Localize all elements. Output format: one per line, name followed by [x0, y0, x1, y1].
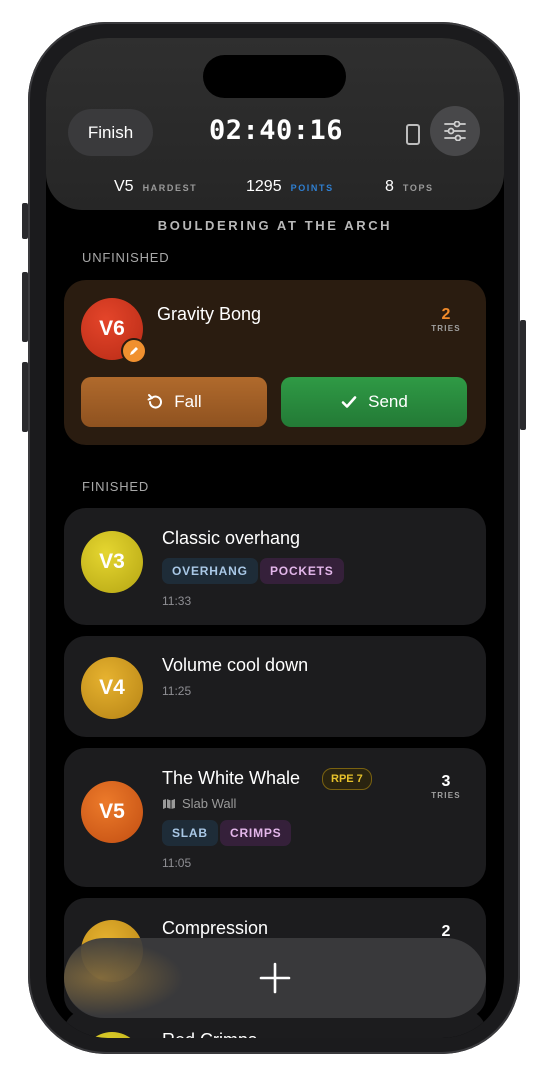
stat-label: HARDEST: [142, 183, 198, 193]
stat-points: 1295 POINTS: [246, 178, 334, 196]
phone-icon[interactable]: [406, 124, 420, 145]
climb-name: Volume cool down: [162, 655, 309, 675]
finish-button[interactable]: Finish: [68, 109, 153, 156]
section-unfinished: UNFINISHED: [82, 250, 170, 265]
volume-up-button: [22, 272, 28, 342]
tag: POCKETS: [260, 558, 344, 584]
climb-name: Red Crimps: [162, 1030, 257, 1038]
send-label: Send: [368, 392, 408, 411]
climb-name: Gravity Bong: [157, 304, 262, 324]
wall-name: Slab Wall: [182, 796, 237, 811]
retry-arrow-icon: [147, 394, 163, 409]
stat-hardest: V5 HARDEST: [114, 178, 197, 196]
fall-label: Fall: [174, 392, 202, 411]
sliders-icon: [444, 121, 466, 141]
stat-value: 1295: [246, 178, 282, 195]
session-stats: V5 HARDEST 1295 POINTS 8 TOPS: [46, 178, 504, 198]
wall-location: Slab Wall: [162, 796, 236, 811]
climb-time: 11:25: [162, 684, 192, 698]
active-climb-card[interactable]: V6 Gravity Bong 2 TRIES Fall Send: [64, 280, 486, 445]
climb-time: 11:05: [162, 856, 192, 870]
tries-counter: 2 TRIES: [426, 306, 466, 333]
stat-label: TOPS: [402, 183, 434, 193]
climb-card[interactable]: V5 The White Whale RPE 7 Slab Wall SLAB …: [64, 748, 486, 887]
grade-label: V6: [99, 317, 125, 340]
settings-button[interactable]: [430, 106, 480, 156]
stat-tops: 8 TOPS: [385, 178, 434, 196]
grade-label: V3: [99, 550, 125, 573]
tries-label: TRIES: [431, 791, 461, 800]
tries-count: 3: [441, 773, 451, 790]
tag: CRIMPS: [220, 820, 292, 846]
climb-name: The White Whale: [162, 768, 301, 788]
send-button[interactable]: Send: [281, 377, 467, 427]
climb-name: Compression: [162, 918, 269, 938]
grade-label: V4: [99, 676, 125, 699]
dynamic-island: [203, 55, 346, 98]
tag: SLAB: [162, 820, 218, 846]
tries-label: TRIES: [431, 324, 461, 333]
stat-value: V5: [114, 178, 134, 195]
volume-down-button: [22, 362, 28, 432]
rpe-badge: RPE 7: [322, 768, 372, 790]
tries-counter: 3 TRIES: [426, 773, 466, 800]
tries-count: 2: [441, 306, 451, 323]
grade-label: V5: [99, 800, 125, 823]
scroll-fade: [64, 940, 184, 1016]
grade-badge: V3: [81, 531, 143, 593]
fall-button[interactable]: Fall: [81, 377, 267, 427]
grade-badge: V4: [81, 657, 143, 719]
gym-title: BOULDERING AT THE ARCH: [157, 218, 393, 233]
checkmark-icon: [341, 396, 357, 408]
session-timer: 02:40:16: [208, 115, 344, 146]
session-header: Finish 02:40:16 V5 HARDEST 1295 POINTS 8…: [46, 38, 504, 210]
tag: OVERHANG: [162, 558, 258, 584]
stat-label: POINTS: [290, 183, 334, 193]
climb-card[interactable]: V3 Classic overhang OVERHANG POCKETS 11:…: [64, 508, 486, 625]
screen: Finish 02:40:16 V5 HARDEST 1295 POINTS 8…: [46, 38, 504, 1038]
climb-name: Classic overhang: [162, 528, 301, 548]
pencil-badge-icon[interactable]: [121, 338, 147, 364]
stat-value: 8: [385, 178, 394, 195]
power-button: [520, 320, 526, 430]
mute-switch: [22, 203, 28, 239]
plus-icon: [259, 962, 291, 994]
map-icon: [163, 798, 175, 809]
grade-badge: V5: [81, 781, 143, 843]
section-finished: FINISHED: [82, 479, 150, 494]
grade-badge: [81, 1032, 143, 1038]
climb-time: 11:33: [162, 594, 192, 608]
climb-card[interactable]: V4 Volume cool down 11:25: [64, 636, 486, 737]
